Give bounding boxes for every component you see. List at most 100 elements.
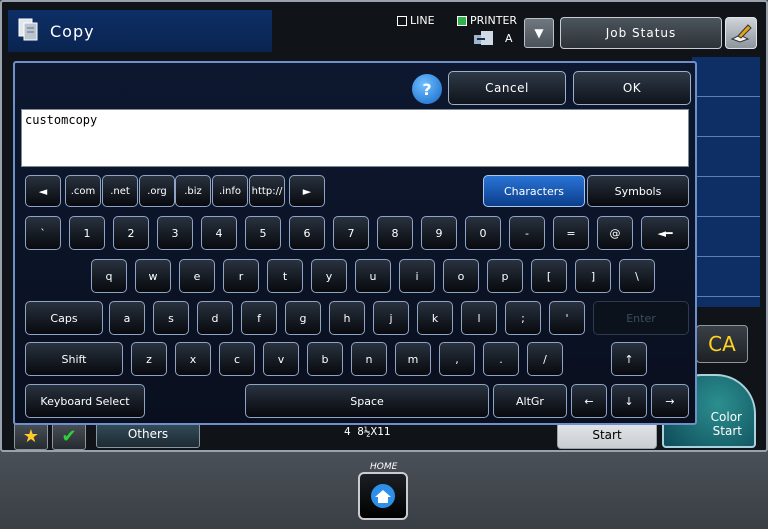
key-g[interactable]: g bbox=[285, 301, 321, 335]
key-r[interactable]: r bbox=[223, 259, 259, 293]
line-label: LINE bbox=[410, 14, 435, 27]
keyboard-select-button[interactable]: Keyboard Select bbox=[25, 384, 145, 418]
cursor-up-button[interactable]: ↑ bbox=[611, 342, 647, 376]
color-start-label: Color bbox=[710, 410, 742, 424]
cursor-right-button[interactable]: → bbox=[651, 384, 689, 418]
printer-indicator-icon bbox=[457, 15, 467, 26]
key-][interactable]: ] bbox=[575, 259, 611, 293]
cursor-left-button[interactable]: ← bbox=[571, 384, 607, 418]
cancel-button[interactable]: Cancel bbox=[448, 71, 566, 105]
key-0[interactable]: ` bbox=[25, 216, 61, 250]
line-status: LINE bbox=[397, 14, 435, 27]
key-1[interactable]: x bbox=[175, 342, 211, 376]
key-s[interactable]: s bbox=[153, 301, 189, 335]
key-a[interactable]: a bbox=[109, 301, 145, 335]
backspace-button[interactable]: ◄━ bbox=[641, 216, 689, 250]
key-6[interactable]: 6 bbox=[289, 216, 325, 250]
soft-keyboard-panel: ? Cancel OK customcopy ◄ .com .net .org .biz… bbox=[13, 61, 697, 425]
key-j[interactable]: j bbox=[373, 301, 409, 335]
key-5[interactable]: 5 bbox=[245, 216, 281, 250]
copy-icon bbox=[18, 18, 38, 41]
key-8[interactable]: . bbox=[483, 342, 519, 376]
printer-status: PRINTER bbox=[457, 14, 517, 27]
key-6[interactable]: m bbox=[395, 342, 431, 376]
altgr-button[interactable]: AltGr bbox=[493, 384, 567, 418]
key-q[interactable]: q bbox=[91, 259, 127, 293]
background-setting-list bbox=[692, 57, 760, 307]
key-w[interactable]: w bbox=[135, 259, 171, 293]
shortcut-key[interactable]: .com bbox=[65, 175, 101, 207]
shift-button[interactable]: Shift bbox=[25, 342, 123, 376]
key-9[interactable]: / bbox=[527, 342, 563, 376]
key-3[interactable]: 3 bbox=[157, 216, 193, 250]
key-;[interactable]: ; bbox=[505, 301, 541, 335]
key-i[interactable]: i bbox=[399, 259, 435, 293]
key-e[interactable]: e bbox=[179, 259, 215, 293]
home-label: HOME bbox=[370, 462, 398, 472]
key-1[interactable]: 1 bbox=[69, 216, 105, 250]
printer-label: PRINTER bbox=[470, 14, 518, 27]
characters-mode-button[interactable]: Characters bbox=[483, 175, 585, 207]
key-[[interactable]: [ bbox=[531, 259, 567, 293]
job-status-button[interactable]: Job Status bbox=[560, 17, 722, 49]
check-button[interactable]: ✔ bbox=[52, 422, 86, 450]
printer-mode: A bbox=[473, 30, 513, 46]
paper-size-info: 4 8½X11 bbox=[344, 425, 391, 438]
key-4[interactable]: 4 bbox=[201, 216, 237, 250]
shortcut-key[interactable]: .net bbox=[102, 175, 138, 207]
home-button[interactable] bbox=[358, 472, 408, 520]
printer-mode-label: A bbox=[505, 31, 513, 45]
key-k[interactable]: k bbox=[417, 301, 453, 335]
key-2[interactable]: c bbox=[219, 342, 255, 376]
shortcut-key[interactable]: .org bbox=[139, 175, 175, 207]
key-'[interactable]: ' bbox=[549, 301, 585, 335]
triangle-down-icon: ▼ bbox=[534, 26, 544, 40]
help-button[interactable]: ? bbox=[412, 74, 442, 104]
star-icon: ★ bbox=[22, 425, 40, 447]
line-indicator-icon bbox=[397, 15, 407, 26]
key-u[interactable]: u bbox=[355, 259, 391, 293]
key-7[interactable]: 7 bbox=[333, 216, 369, 250]
shortcut-key[interactable]: .info bbox=[212, 175, 248, 207]
key-12[interactable]: = bbox=[553, 216, 589, 250]
clear-all-button[interactable]: CA bbox=[696, 325, 748, 363]
color-start-sublabel: Start bbox=[712, 424, 742, 438]
key-p[interactable]: p bbox=[487, 259, 523, 293]
key-10[interactable]: 0 bbox=[465, 216, 501, 250]
page-title: Copy bbox=[50, 21, 95, 41]
scroll-right-button[interactable]: ► bbox=[289, 175, 325, 207]
shortcut-key[interactable]: .biz bbox=[175, 175, 211, 207]
printer-icon bbox=[474, 31, 493, 45]
cursor-down-button[interactable]: ↓ bbox=[611, 384, 647, 418]
key-4[interactable]: b bbox=[307, 342, 343, 376]
key-o[interactable]: o bbox=[443, 259, 479, 293]
shortcut-key[interactable]: http:// bbox=[249, 175, 285, 207]
key-3[interactable]: v bbox=[263, 342, 299, 376]
enter-button: Enter bbox=[593, 301, 689, 335]
text-input-field[interactable]: customcopy bbox=[21, 109, 689, 167]
user-guide-button[interactable] bbox=[725, 17, 757, 49]
key-2[interactable]: 2 bbox=[113, 216, 149, 250]
space-button[interactable]: Space bbox=[245, 384, 489, 418]
key-9[interactable]: 9 bbox=[421, 216, 457, 250]
caps-button[interactable]: Caps bbox=[25, 301, 103, 335]
key-5[interactable]: n bbox=[351, 342, 387, 376]
key-\[interactable]: \ bbox=[619, 259, 655, 293]
key-11[interactable]: - bbox=[509, 216, 545, 250]
key-f[interactable]: f bbox=[241, 301, 277, 335]
symbols-mode-button[interactable]: Symbols bbox=[587, 175, 689, 207]
key-d[interactable]: d bbox=[197, 301, 233, 335]
key-h[interactable]: h bbox=[329, 301, 365, 335]
key-l[interactable]: l bbox=[461, 301, 497, 335]
key-t[interactable]: t bbox=[267, 259, 303, 293]
key-8[interactable]: 8 bbox=[377, 216, 413, 250]
status-dropdown-button[interactable]: ▼ bbox=[524, 18, 554, 48]
key-y[interactable]: y bbox=[311, 259, 347, 293]
key-7[interactable]: , bbox=[439, 342, 475, 376]
scroll-left-button[interactable]: ◄ bbox=[25, 175, 61, 207]
mode-title: Copy bbox=[8, 10, 272, 52]
key-13[interactable]: @ bbox=[597, 216, 633, 250]
ok-button[interactable]: OK bbox=[573, 71, 691, 105]
favorite-star-button[interactable]: ★ bbox=[14, 422, 48, 450]
key-0[interactable]: z bbox=[131, 342, 167, 376]
